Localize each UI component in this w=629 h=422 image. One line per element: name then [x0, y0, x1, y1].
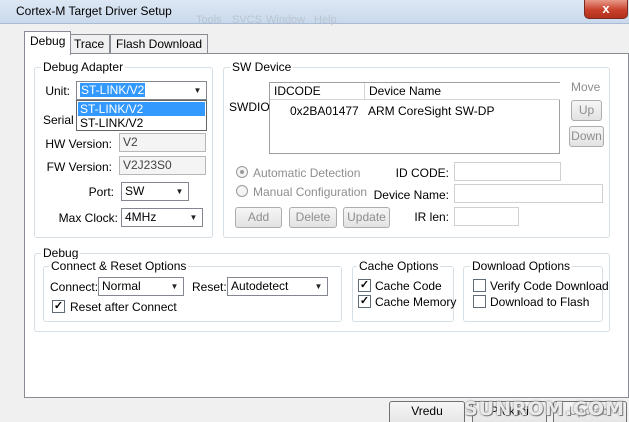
debug-adapter-legend: Debug Adapter: [41, 60, 126, 74]
move-down-button[interactable]: Down: [569, 126, 604, 147]
unit-dropdown-list: ST-LINK/V2 ST-LINK/V2: [76, 100, 207, 131]
chevron-down-icon[interactable]: ▼: [190, 83, 205, 98]
row-idcode[interactable]: 0x2BA01477: [290, 104, 359, 118]
reset-after-connect-checkbox[interactable]: ✓: [52, 300, 65, 313]
automatic-detection-label: Automatic Detection: [253, 166, 361, 180]
tab-flash-download[interactable]: Flash Download: [110, 34, 209, 54]
download-options-legend: Download Options: [470, 259, 573, 273]
unit-option-1[interactable]: ST-LINK/V2: [78, 102, 205, 116]
hw-version-field: V2: [119, 133, 206, 152]
sw-device-table[interactable]: IDCODE Device Name 0x2BA01477 ARM CoreSi…: [269, 82, 560, 154]
bg-menu-window: Window: [266, 14, 306, 26]
swdio-label: SWDIO: [229, 100, 270, 114]
port-select[interactable]: SW ▼: [121, 182, 189, 201]
column-header-idcode[interactable]: IDCODE: [270, 83, 365, 100]
connect-select[interactable]: Normal ▼: [98, 277, 184, 296]
bg-menu-tools: Tools: [196, 14, 222, 26]
title-bar: Cortex-M Target Driver Setup Tools SVCS …: [0, 0, 629, 26]
max-clock-value: 4MHz: [125, 210, 157, 224]
ir-len-label: IR len:: [414, 210, 449, 224]
manual-configuration-radio[interactable]: [236, 185, 248, 197]
tab-trace[interactable]: Trace: [68, 34, 111, 54]
cache-options-legend: Cache Options: [357, 259, 441, 273]
automatic-detection-radio[interactable]: [236, 166, 248, 178]
download-options-group: [463, 266, 603, 322]
chevron-down-icon[interactable]: ▼: [172, 184, 187, 199]
unit-selected-value: ST-LINK/V2: [80, 83, 146, 97]
verify-code-download-label: Verify Code Download: [490, 279, 609, 293]
add-button[interactable]: Add: [235, 207, 282, 228]
hw-version-label: HW Version:: [45, 137, 112, 151]
port-value: SW: [125, 184, 145, 198]
port-label: Port:: [88, 185, 114, 199]
download-to-flash-label: Download to Flash: [490, 295, 590, 309]
cache-code-label: Cache Code: [375, 279, 442, 293]
ir-len-field[interactable]: [454, 207, 519, 226]
reset-after-connect-label: Reset after Connect: [70, 300, 177, 314]
move-label: Move: [571, 80, 601, 94]
verify-code-download-checkbox[interactable]: [473, 279, 486, 292]
window-title: Cortex-M Target Driver Setup: [16, 4, 172, 18]
device-name-label: Device Name:: [373, 188, 449, 202]
manual-configuration-label: Manual Configuration: [253, 185, 368, 199]
cache-memory-label: Cache Memory: [375, 295, 457, 309]
fw-version-field: V2J23S0: [119, 156, 206, 175]
bg-menu-svcs: SVCS: [232, 14, 262, 26]
reset-value: Autodetect: [231, 279, 289, 293]
cache-memory-checkbox[interactable]: ✓: [358, 295, 371, 308]
watermark: SUNROM.COM: [464, 398, 625, 420]
chevron-down-icon[interactable]: ▼: [186, 210, 201, 225]
cache-options-group: [352, 266, 454, 322]
update-button[interactable]: Update: [343, 207, 390, 228]
id-code-field[interactable]: [454, 162, 561, 181]
max-clock-label: Max Clock:: [58, 211, 118, 225]
unit-label: Unit:: [45, 84, 70, 98]
max-clock-select[interactable]: 4MHz ▼: [121, 208, 203, 227]
ok-button[interactable]: Vredu: [389, 401, 465, 422]
device-name-field[interactable]: [454, 184, 603, 203]
cache-code-checkbox[interactable]: ✓: [358, 279, 371, 292]
sw-device-legend: SW Device: [230, 60, 294, 74]
reset-label: Reset:: [192, 280, 227, 294]
tab-debug[interactable]: Debug: [24, 31, 72, 55]
unit-option-2[interactable]: ST-LINK/V2: [78, 116, 205, 130]
row-device-name[interactable]: ARM CoreSight SW-DP: [368, 104, 494, 118]
bg-menu-help: Help: [314, 14, 337, 26]
id-code-label: ID CODE:: [395, 166, 449, 180]
chevron-down-icon[interactable]: ▼: [167, 279, 182, 294]
connect-label: Connect:: [50, 280, 99, 294]
reset-select[interactable]: Autodetect ▼: [227, 277, 328, 296]
delete-button[interactable]: Delete: [289, 207, 337, 228]
unit-select[interactable]: ST-LINK/V2 ▼: [76, 81, 207, 100]
connect-value: Normal: [102, 279, 141, 293]
chevron-down-icon[interactable]: ▼: [311, 279, 326, 294]
connect-reset-legend: Connect & Reset Options: [49, 259, 189, 273]
close-button[interactable]: x: [584, 0, 628, 19]
fw-version-label: FW Version:: [46, 160, 112, 174]
debug-legend: Debug: [41, 246, 81, 260]
download-to-flash-checkbox[interactable]: [473, 295, 486, 308]
move-up-button[interactable]: Up: [571, 100, 602, 121]
column-header-device-name[interactable]: Device Name: [365, 83, 560, 100]
